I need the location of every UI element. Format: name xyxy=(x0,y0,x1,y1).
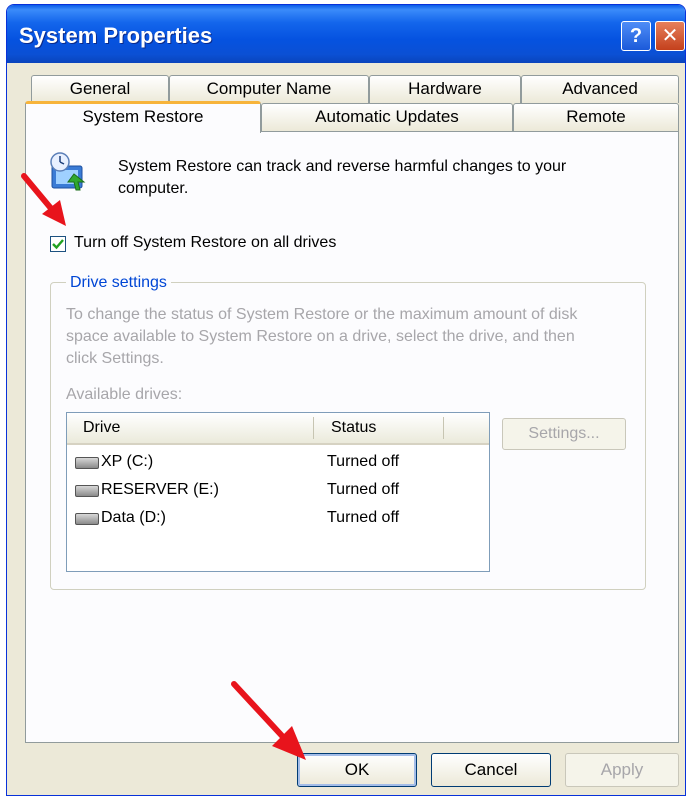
description-line: space available to System Restore on a d… xyxy=(66,328,575,345)
drive-settings-title: Drive settings xyxy=(66,274,171,292)
title-bar[interactable]: System Properties ? ✕ xyxy=(7,5,685,63)
intro-line: computer. xyxy=(118,180,189,197)
drives-list[interactable]: Drive Status XP (C:) Turned off RESERVER… xyxy=(66,412,490,572)
tab-remote[interactable]: Remote xyxy=(513,103,679,131)
tab-hardware[interactable]: Hardware xyxy=(369,75,521,103)
drives-list-header: Drive Status xyxy=(67,413,489,445)
column-divider[interactable] xyxy=(313,417,314,439)
column-header-drive[interactable]: Drive xyxy=(83,419,120,437)
drive-status: Turned off xyxy=(327,509,400,526)
available-drives-label: Available drives: xyxy=(66,386,183,403)
system-restore-panel: System Restore can track and reverse har… xyxy=(25,131,679,743)
column-header-status[interactable]: Status xyxy=(331,419,376,437)
drive-status: Turned off xyxy=(327,481,400,498)
window-title: System Properties xyxy=(19,23,213,48)
ok-button[interactable]: OK xyxy=(297,753,417,787)
drive-status: Turned off xyxy=(327,453,400,470)
help-button[interactable]: ? xyxy=(621,21,651,51)
hard-drive-icon xyxy=(75,457,99,469)
turn-off-restore-checkbox[interactable] xyxy=(50,236,66,252)
close-button[interactable]: ✕ xyxy=(655,21,685,51)
drive-name: Data (D:) xyxy=(101,509,166,526)
intro-text: System Restore can track and reverse har… xyxy=(118,156,638,200)
system-properties-window: System Properties ? ✕ General Computer N… xyxy=(6,4,686,796)
drive-row[interactable]: Data (D:) Turned off xyxy=(67,505,489,533)
column-divider[interactable] xyxy=(443,417,444,439)
annotation-arrow-icon xyxy=(21,173,66,226)
cancel-button[interactable]: Cancel xyxy=(431,753,551,787)
apply-button[interactable]: Apply xyxy=(565,753,679,787)
drive-row[interactable]: XP (C:) Turned off xyxy=(67,449,489,477)
turn-off-restore-label[interactable]: Turn off System Restore on all drives xyxy=(74,234,336,252)
settings-button[interactable]: Settings... xyxy=(502,418,626,450)
drive-name: RESERVER (E:) xyxy=(101,481,219,498)
description-line: click Settings. xyxy=(66,350,164,367)
description-line: To change the status of System Restore o… xyxy=(66,306,578,323)
tab-general[interactable]: General xyxy=(31,75,169,103)
drive-row[interactable]: RESERVER (E:) Turned off xyxy=(67,477,489,505)
annotation-arrow-icon xyxy=(231,681,306,760)
drive-name: XP (C:) xyxy=(101,453,154,470)
hard-drive-icon xyxy=(75,513,99,525)
tab-computer-name[interactable]: Computer Name xyxy=(169,75,369,103)
drive-settings-description: To change the status of System Restore o… xyxy=(66,304,636,370)
tab-advanced[interactable]: Advanced xyxy=(521,75,679,103)
tab-automatic-updates[interactable]: Automatic Updates xyxy=(261,103,513,131)
intro-line: System Restore can track and reverse har… xyxy=(118,158,567,175)
checkmark-icon xyxy=(52,239,64,250)
hard-drive-icon xyxy=(75,485,99,497)
tab-system-restore[interactable]: System Restore xyxy=(25,101,261,133)
